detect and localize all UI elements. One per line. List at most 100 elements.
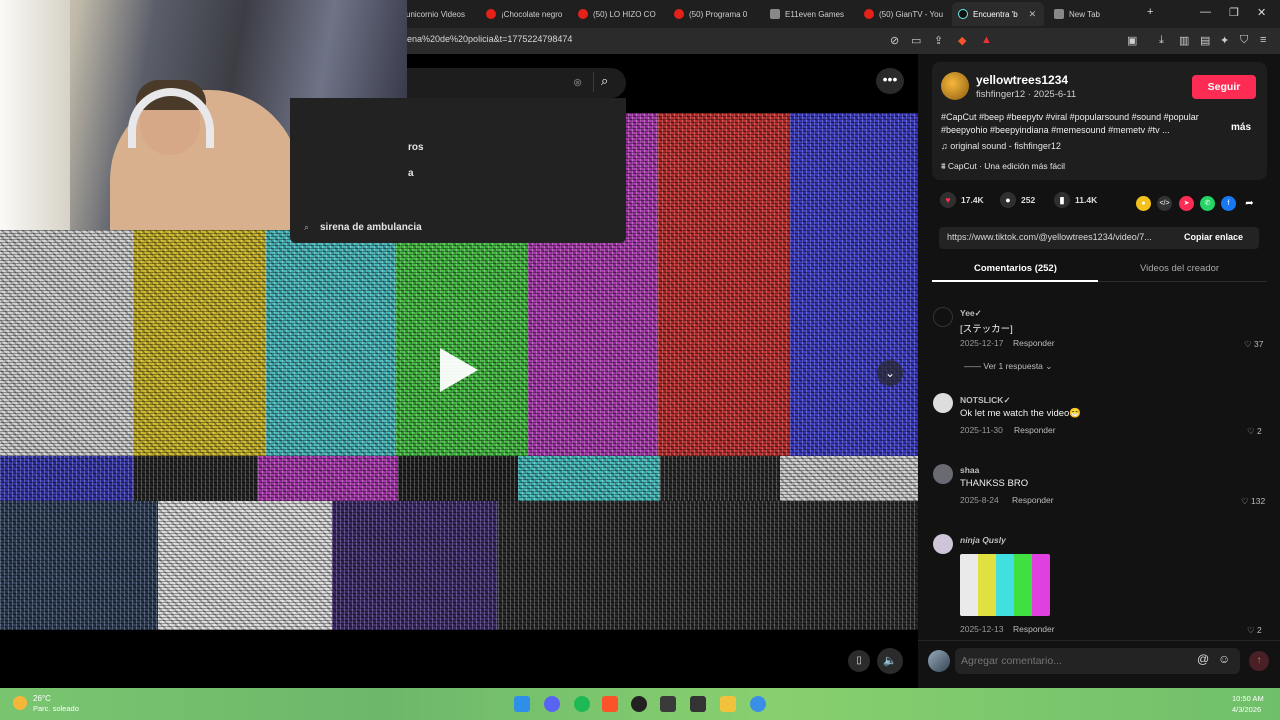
tab-encuentra[interactable]: Encuentra 'b ✕ [952,2,1044,26]
chrome-icon[interactable] [750,696,766,712]
tab-e11even[interactable]: E11even Games [764,2,854,26]
strip-blue [0,456,133,501]
comment-like[interactable]: ♡ 2 [1247,426,1262,437]
chevron-down-icon[interactable]: ⌄ [877,360,903,386]
more-options-button[interactable]: ••• [876,68,904,94]
sidebar-icon[interactable]: ▣ [1127,34,1137,47]
brave-shield-icon[interactable]: ◆ [958,34,966,47]
obs-icon[interactable] [631,696,647,712]
pluge-white [158,501,332,630]
reply-button[interactable]: Responder [1014,425,1056,435]
weather-desc[interactable]: Parc. soleado [33,704,79,713]
reader-icon[interactable]: ▥ [1179,34,1189,47]
comment-author[interactable]: shaa [960,465,979,475]
copy-link-button[interactable]: Copiar enlace [1184,232,1243,242]
weather-icon[interactable] [13,696,27,710]
capcut-icon[interactable] [690,696,706,712]
view-replies-button[interactable]: —— Ver 1 respuesta ⌄ [964,361,1052,372]
comment-author[interactable]: NOTSLICK✓ [960,395,1011,406]
whatsapp-icon[interactable]: ✆ [1200,196,1215,211]
avatar[interactable] [933,393,953,413]
comment-button[interactable]: ● 252 [1000,192,1035,208]
maximize-icon[interactable]: ❐ [1229,6,1239,19]
tab-comments[interactable]: Comentarios (252) [974,263,1057,274]
start-icon[interactable] [514,696,530,712]
volume-icon[interactable]: 🔈 [877,648,903,674]
reply-button[interactable]: Responder [1012,495,1054,505]
vpn-icon[interactable]: ⛉ [1240,34,1248,47]
search-suggestions: ros a ⌕ sirena de ambulancia [290,98,626,243]
avatar[interactable] [933,534,953,554]
like-button[interactable]: ♥ 17.4K [940,192,984,208]
tab-chocolate[interactable]: ¡Chocolate negro [480,2,570,26]
weather-temp[interactable]: 26°C [33,694,51,703]
coin-icon[interactable]: ● [1136,196,1151,211]
folder-icon[interactable] [720,696,736,712]
url-text[interactable]: ena%20de%20policia&t=1775224798474 [407,34,572,44]
leo-icon[interactable]: ✦ [1220,34,1229,47]
reply-button[interactable]: Responder [1013,624,1055,634]
minimize-icon[interactable]: — [1200,6,1211,18]
tab-programa[interactable]: (50) Programa 0 [668,2,758,26]
wallet-icon[interactable]: ▤ [1200,34,1210,47]
mention-icon[interactable]: @ [1197,652,1209,666]
search-icon[interactable]: ⌕ [601,73,608,89]
tab-new-tab[interactable]: New Tab [1048,2,1134,26]
send-comment-button[interactable]: ↑ [1249,651,1269,671]
avatar[interactable] [941,72,969,100]
tab-creator-videos[interactable]: Videos del creador [1140,263,1219,274]
sticker-image[interactable] [960,554,1050,616]
suggestion-item[interactable]: sirena de ambulancia [320,222,422,233]
discord-icon[interactable] [544,696,560,712]
tab-label: ¡Chocolate negro [501,9,563,19]
chevron-down-icon: ⌄ [1045,361,1053,371]
no-tracking-icon[interactable]: ⊘ [890,34,899,47]
sound-row[interactable]: ♫ original sound - fishfinger12 [941,141,1061,151]
tab-unicornio[interactable]: unicornio Videos [400,2,478,26]
share-arrow-icon[interactable]: ➦ [1242,196,1257,211]
download-icon[interactable]: ⤓ [1159,34,1164,47]
brave-icon[interactable] [602,696,618,712]
tab-label: Encuentra 'b [973,9,1018,19]
comment-like[interactable]: ♡ 132 [1241,496,1265,507]
facebook-icon[interactable]: f [1221,196,1236,211]
follow-button[interactable]: Seguir [1192,75,1256,99]
menu-icon[interactable]: ≡ [1260,34,1266,46]
pip-icon[interactable]: ▯ [848,650,870,672]
comment-author[interactable]: ninja Qusly [960,535,1006,545]
view-replies-label: Ver 1 respuesta [983,361,1043,371]
capcut-row[interactable]: ⩩ CapCut · Una edición más fácil [941,161,1065,172]
tab-lo-hizo[interactable]: (50) LO HIZO CO [572,2,664,26]
spotify-icon[interactable] [574,696,590,712]
embed-icon[interactable]: </> [1157,196,1172,211]
creator-username[interactable]: yellowtrees1234 [976,73,1068,87]
app-icon[interactable] [660,696,676,712]
comment-author[interactable]: Yee✓ [960,308,982,319]
emoji-icon[interactable]: ☺ [1218,652,1230,666]
close-window-icon[interactable]: ✕ [1257,6,1266,19]
comment-like[interactable]: ♡ 37 [1244,339,1263,350]
tab-label: unicornio Videos [406,9,466,19]
share-icon[interactable]: ⇪ [934,34,943,47]
save-button[interactable]: ▮ 11.4K [1054,192,1097,208]
avatar[interactable] [933,464,953,484]
comment-like[interactable]: ♡ 2 [1247,625,1262,636]
more-button[interactable]: más [1231,122,1251,133]
play-icon[interactable] [440,348,478,392]
clear-search-icon[interactable]: ⊗ [573,76,582,89]
suggestion-item[interactable]: a [408,168,414,179]
clock-date[interactable]: 4/3/2026 [1232,705,1261,714]
close-icon[interactable]: ✕ [1029,9,1037,20]
avatar[interactable] [933,307,953,327]
video-link[interactable]: https://www.tiktok.com/@yellowtrees1234/… [947,232,1152,242]
reply-button[interactable]: Responder [1013,338,1055,348]
send-icon[interactable]: ➤ [1179,196,1194,211]
search-input-box[interactable]: ⊗ ⌕ [407,68,626,98]
rewards-icon[interactable]: ▲ [981,34,992,46]
new-tab-icon[interactable]: + [1147,6,1153,18]
clock-time[interactable]: 10:50 AM [1232,694,1264,703]
comment-count: 252 [1021,195,1036,205]
cast-icon[interactable]: ▭ [911,34,921,47]
tab-giantv[interactable]: (50) GianTV - You [858,2,948,26]
suggestion-item[interactable]: ros [408,142,424,153]
